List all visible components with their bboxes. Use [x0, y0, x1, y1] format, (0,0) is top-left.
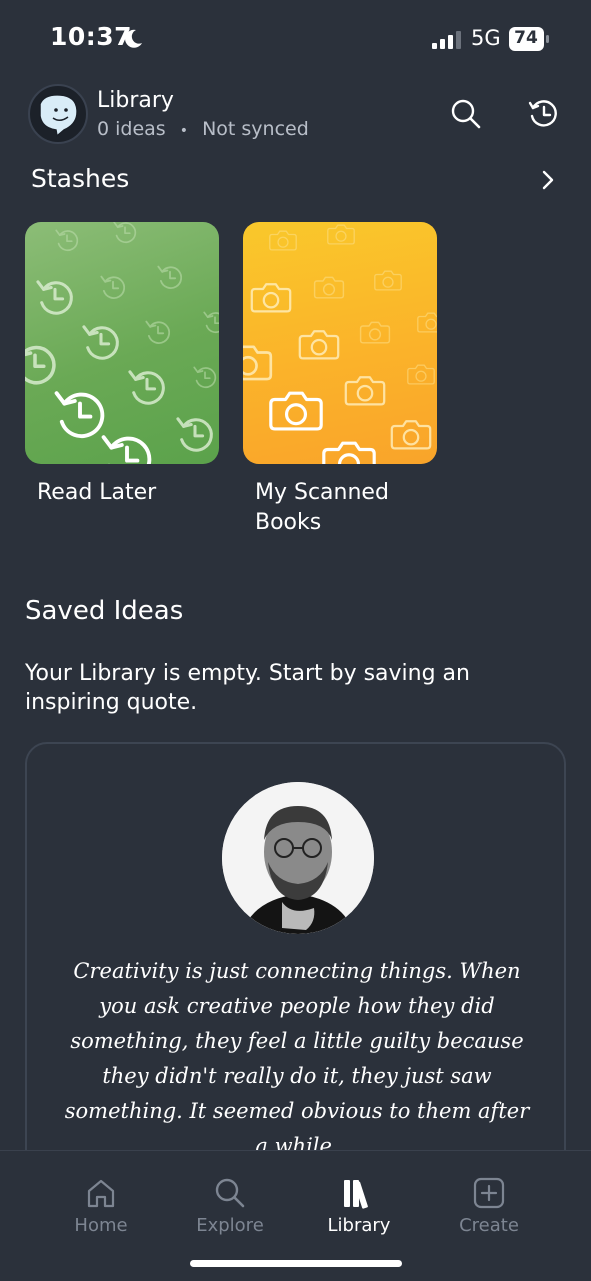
ideas-count: 0 ideas: [97, 118, 166, 140]
tab-create[interactable]: Create: [434, 1177, 544, 1236]
tab-explore[interactable]: Explore: [175, 1177, 285, 1236]
quote-card[interactable]: Creativity is just connecting things. Wh…: [25, 742, 566, 1202]
plus-square-icon: [473, 1177, 505, 1209]
avatar-face-icon: [39, 94, 78, 138]
sync-status: Not synced: [202, 118, 309, 140]
quote-text: Creativity is just connecting things. Wh…: [64, 959, 530, 1158]
search-icon: [451, 99, 481, 129]
library-stats: 0 ideas • Not synced: [97, 118, 309, 140]
battery-level: 74: [514, 28, 538, 48]
search-button[interactable]: [446, 94, 486, 134]
tab-home[interactable]: Home: [46, 1177, 156, 1236]
camera-icon: [243, 224, 437, 464]
chevron-right-icon[interactable]: [534, 166, 562, 194]
tab-library[interactable]: Library: [304, 1177, 414, 1236]
avatar[interactable]: [28, 84, 88, 144]
stash-card-scanned-books[interactable]: [243, 222, 437, 464]
stash-label-scanned-books: My Scanned Books: [255, 480, 389, 535]
page-title: Library: [97, 88, 174, 113]
history-icon: [25, 222, 219, 464]
tab-create-label: Create: [459, 1215, 519, 1236]
empty-library-message: Your Library is empty. Start by saving a…: [25, 661, 470, 715]
author-portrait: [222, 782, 374, 934]
status-bar: 10:37 5G 74: [0, 0, 591, 80]
home-icon: [87, 1179, 115, 1208]
library-icon: [344, 1180, 368, 1209]
stash-label-read-later: Read Later: [37, 480, 157, 505]
stash-card-read-later[interactable]: [25, 222, 219, 464]
library-header: Library 0 ideas • Not synced: [0, 84, 591, 148]
history-icon: [528, 100, 557, 127]
moon-icon: [125, 29, 142, 48]
saved-ideas-heading: Saved Ideas: [25, 596, 184, 626]
separator-dot: •: [179, 123, 189, 139]
tab-library-label: Library: [327, 1215, 391, 1236]
history-button[interactable]: [524, 94, 564, 134]
home-indicator: [190, 1260, 402, 1267]
status-time: 10:37: [50, 22, 133, 51]
signal-icon: [432, 31, 461, 49]
stashes-heading: Stashes: [31, 164, 130, 193]
tab-home-label: Home: [74, 1215, 128, 1236]
tab-explore-label: Explore: [196, 1215, 264, 1236]
search-icon: [215, 1178, 245, 1208]
network-label: 5G: [471, 26, 501, 50]
